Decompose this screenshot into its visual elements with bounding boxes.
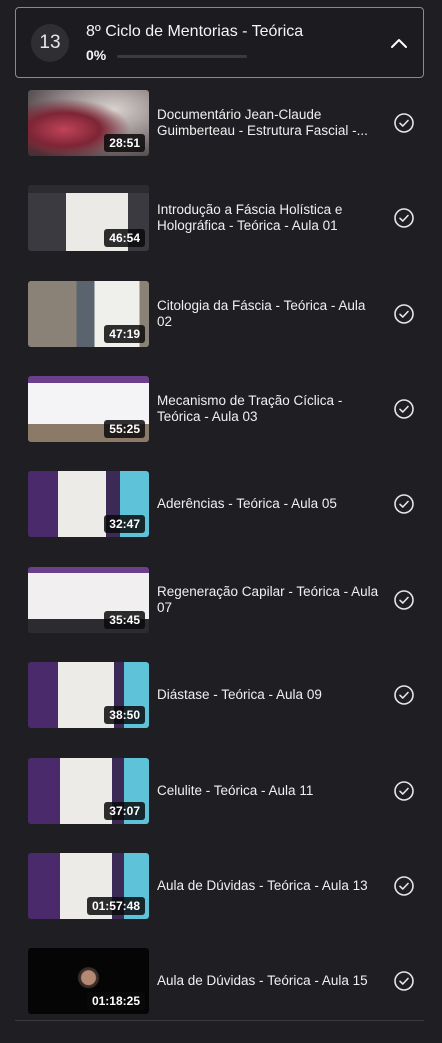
lesson-duration: 46:54 bbox=[104, 229, 145, 247]
check-circle-icon bbox=[394, 781, 414, 801]
check-circle-icon bbox=[394, 590, 414, 610]
lesson-title: Aula de Dúvidas - Teórica - Aula 15 bbox=[157, 973, 368, 988]
lesson-title: Celulite - Teórica - Aula 11 bbox=[157, 783, 314, 798]
module-header[interactable]: 13 8º Ciclo de Mentorias - Teórica 0% bbox=[15, 7, 424, 78]
lesson-duration: 37:07 bbox=[104, 802, 145, 820]
check-circle-icon bbox=[394, 113, 414, 133]
lesson-thumbnail[interactable]: 35:45 bbox=[28, 567, 149, 633]
lesson-thumbnail[interactable]: 37:07 bbox=[28, 758, 149, 824]
lesson-item[interactable]: 37:07 Celulite - Teórica - Aula 11 bbox=[28, 758, 424, 824]
lesson-duration: 28:51 bbox=[104, 134, 145, 152]
lesson-item[interactable]: 55:25 Mecanismo de Tração Cíclica - Teór… bbox=[28, 376, 424, 442]
lesson-title: Aderências - Teórica - Aula 05 bbox=[157, 496, 337, 511]
lesson-duration: 47:19 bbox=[104, 325, 145, 343]
check-circle-icon bbox=[394, 399, 414, 419]
lesson-item[interactable]: 28:51 Documentário Jean-Claude Guimberte… bbox=[28, 90, 424, 156]
lesson-title: Aula de Dúvidas - Teórica - Aula 13 bbox=[157, 878, 368, 893]
lesson-thumbnail[interactable]: 28:51 bbox=[28, 90, 149, 156]
lesson-title: Introdução a Fáscia Holística e Holográf… bbox=[157, 202, 343, 233]
chevron-up-icon[interactable] bbox=[387, 32, 411, 56]
lesson-thumbnail[interactable]: 47:19 bbox=[28, 281, 149, 347]
lesson-thumbnail[interactable]: 32:47 bbox=[28, 471, 149, 537]
lesson-title: Documentário Jean-Claude Guimberteau - E… bbox=[157, 107, 368, 138]
lesson-duration: 01:57:48 bbox=[86, 897, 145, 915]
check-circle-icon bbox=[394, 971, 414, 991]
check-circle-icon bbox=[394, 304, 414, 324]
lesson-item[interactable]: 01:57:48 Aula de Dúvidas - Teórica - Aul… bbox=[28, 853, 424, 919]
lesson-duration: 55:25 bbox=[104, 420, 145, 438]
lesson-thumbnail[interactable]: 01:18:25 bbox=[28, 948, 149, 1014]
list-divider bbox=[15, 1020, 424, 1021]
lesson-item[interactable]: 35:45 Regeneração Capilar - Teórica - Au… bbox=[28, 567, 424, 633]
lesson-item[interactable]: 01:18:25 Aula de Dúvidas - Teórica - Aul… bbox=[28, 948, 424, 1014]
lesson-duration: 35:45 bbox=[104, 611, 145, 629]
lesson-item[interactable]: 46:54 Introdução a Fáscia Holística e Ho… bbox=[28, 185, 424, 251]
lesson-duration: 01:18:25 bbox=[86, 992, 145, 1010]
lesson-duration: 32:47 bbox=[104, 515, 145, 533]
lesson-duration: 38:50 bbox=[104, 706, 145, 724]
lesson-item[interactable]: 47:19 Citologia da Fáscia - Teórica - Au… bbox=[28, 281, 424, 347]
lesson-title: Citologia da Fáscia - Teórica - Aula 02 bbox=[157, 298, 366, 329]
lesson-item[interactable]: 38:50 Diástase - Teórica - Aula 09 bbox=[28, 662, 424, 728]
lesson-title: Diástase - Teórica - Aula 09 bbox=[157, 687, 322, 702]
lesson-thumbnail[interactable]: 55:25 bbox=[28, 376, 149, 442]
module-number-badge: 13 bbox=[31, 24, 69, 62]
lesson-thumbnail[interactable]: 38:50 bbox=[28, 662, 149, 728]
module-progress-label: 0% bbox=[86, 47, 107, 63]
check-circle-icon bbox=[394, 685, 414, 705]
check-circle-icon bbox=[394, 876, 414, 896]
lesson-thumbnail[interactable]: 01:57:48 bbox=[28, 853, 149, 919]
check-circle-icon bbox=[394, 494, 414, 514]
module-title: 8º Ciclo de Mentorias - Teórica bbox=[86, 23, 304, 40]
lesson-item[interactable]: 32:47 Aderências - Teórica - Aula 05 bbox=[28, 471, 424, 537]
lesson-thumbnail[interactable]: 46:54 bbox=[28, 185, 149, 251]
module-progress-bar bbox=[117, 55, 247, 58]
lesson-title: Mecanismo de Tração Cíclica - Teórica - … bbox=[157, 393, 343, 424]
lesson-title: Regeneração Capilar - Teórica - Aula 07 bbox=[157, 584, 379, 615]
check-circle-icon bbox=[394, 208, 414, 228]
